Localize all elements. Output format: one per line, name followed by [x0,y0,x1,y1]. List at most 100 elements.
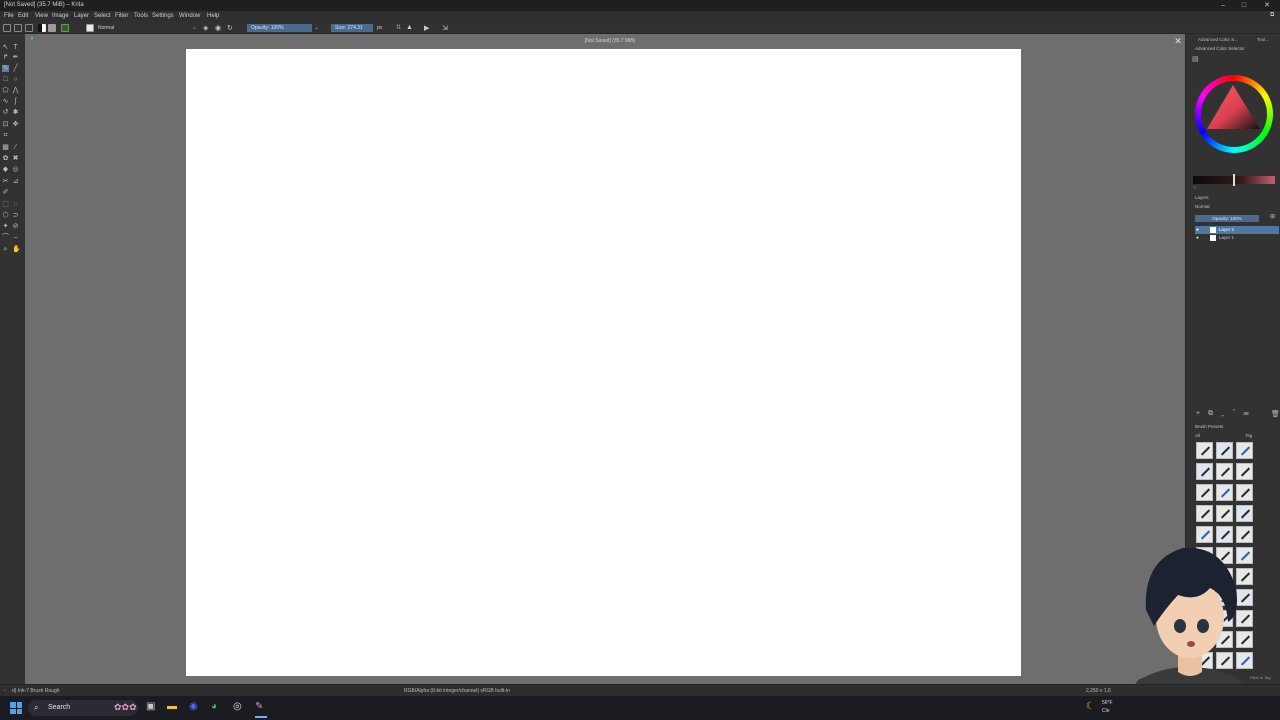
current-brush-label[interactable]: d) Ink-7 Brush Rough [12,688,60,694]
menu-window[interactable]: Window [179,13,200,19]
layer-row-1[interactable]: ● Layer 2 [1195,226,1279,234]
brush-preset-tile[interactable] [1236,484,1253,501]
assistant-tool-icon[interactable]: ✂ [2,178,9,185]
move-tool-icon[interactable]: ✥ [12,121,19,128]
enclose-fill-icon[interactable]: ◎ [12,166,19,173]
polygon-tool-icon[interactable]: ⬠ [2,87,9,94]
calligraphy-icon[interactable]: ✒ [12,54,19,61]
menu-extra-icon[interactable]: ⧉ [1270,12,1274,19]
preserve-alpha-icon[interactable]: ◉ [215,24,221,32]
krita-taskbar-icon[interactable]: ✎ [255,701,263,712]
bezier-select-icon[interactable]: ⌒ [2,234,9,241]
foreground-background-swatch[interactable] [61,24,69,32]
brush-preset-tile[interactable] [1236,442,1253,459]
rect-select-icon[interactable]: ⬚ [2,201,9,208]
weather-desc[interactable]: Cle [1102,708,1110,714]
menu-help[interactable]: Help [207,13,219,19]
blend-mode-select[interactable]: Normal [98,25,114,31]
ellipse-tool-icon[interactable]: ○ [12,76,19,83]
transform-tool-icon[interactable]: ⊡ [2,121,9,128]
crop-tool-icon[interactable]: ⌗ [2,132,9,139]
colorize-mask-icon[interactable]: ✿ [2,155,9,162]
brush-preset-tile[interactable] [1236,463,1253,480]
bezier-tool-icon[interactable]: ∿ [2,98,9,105]
color-picker-icon[interactable]: ⁄ [12,144,19,151]
brush-preset-tile[interactable] [1216,442,1233,459]
freehand-brush-icon[interactable]: ✎ [2,65,9,72]
contiguous-select-icon[interactable]: ✦ [2,223,9,230]
brush-preset-tile[interactable] [1196,484,1213,501]
discord-icon[interactable]: ◉ [189,701,198,712]
tab-tool-options[interactable]: Tool... [1257,37,1269,42]
zoom-tool-icon[interactable]: ⌕ [2,246,9,253]
layer-actions-icons[interactable]: + ⧉ ⌄ ⌃ ☰ [1196,410,1252,418]
opacity-slider[interactable]: Opacity: 100% [247,24,312,32]
eye-icon[interactable]: ● [1196,227,1199,233]
color-triangle[interactable] [1205,83,1265,133]
reload-preset-icon[interactable]: ↻ [227,24,233,32]
freehand-select-icon[interactable]: ⊃ [12,212,19,219]
brush-tag-select[interactable]: Tag [1245,433,1252,438]
menu-image[interactable]: Image [52,13,69,19]
layers-blend-mode[interactable]: Normal [1195,204,1210,209]
eraser-icon[interactable]: ◈ [203,24,208,32]
opacity-options-icon[interactable]: ⌄ [314,24,319,31]
wrap-around-icon[interactable]: ⇲ [442,24,448,32]
pattern-swatch[interactable] [48,24,56,32]
close-icon[interactable]: ✕ [1262,1,1272,10]
mirror-horizontal-icon[interactable]: ▲ [406,24,413,31]
obs-icon[interactable]: ◎ [233,701,242,712]
gradient-swatch[interactable] [38,24,46,32]
size-slider[interactable]: Size: 274.31 [331,24,373,32]
weather-temp[interactable]: 56°F [1102,700,1113,706]
task-view-icon[interactable]: ▣ [146,701,155,712]
select-shapes-icon[interactable]: ↖ [2,44,9,51]
magnetic-select-icon[interactable]: ⌢ [12,234,19,241]
rectangle-tool-icon[interactable]: □ [2,76,9,83]
flowers-widget-icon[interactable]: ✿✿✿ [114,702,137,713]
size-options-icon[interactable]: ⇅ [396,24,401,31]
layers-filter-icon[interactable]: ⊞ [1270,213,1275,220]
open-document-icon[interactable] [14,24,22,32]
polyline-tool-icon[interactable]: ⋀ [12,87,19,94]
brush-preset-icon[interactable] [86,24,94,32]
chrome-icon[interactable]: ◕ [211,701,217,712]
file-explorer-icon[interactable]: ▬ [167,701,177,712]
brush-preset-tile[interactable] [1196,442,1213,459]
edit-shapes-icon[interactable]: ↱ [2,54,9,61]
mirror-vertical-icon[interactable]: ▶ [424,24,429,32]
reference-tool-icon[interactable]: ✐ [2,189,9,196]
pan-tool-icon[interactable]: ✋ [12,246,21,253]
menu-select[interactable]: Select [94,13,111,19]
color-selector-settings-icon[interactable]: ▤ [1192,55,1199,63]
layers-opacity-slider[interactable]: Opacity: 100% [1195,215,1259,222]
delete-layer-icon[interactable]: 🗑 [1271,410,1280,418]
layer-row-2[interactable]: ● Layer 1 [1195,234,1279,242]
menu-settings[interactable]: Settings [152,13,174,19]
tab-advanced-color-selector[interactable]: Advanced Color S... [1198,37,1238,42]
similar-select-icon[interactable]: ⊘ [12,223,19,230]
maximize-icon[interactable]: □ [1239,1,1249,10]
brush-preset-tile[interactable] [1216,463,1233,480]
menu-file[interactable]: File [4,13,14,19]
chevron-down-icon[interactable]: ⌄ [192,24,197,31]
gradient-tool-icon[interactable]: ▦ [2,144,9,151]
menu-view[interactable]: View [35,13,48,19]
new-document-icon[interactable] [3,24,11,32]
polygon-select-icon[interactable]: ⬡ [2,212,9,219]
save-document-icon[interactable] [25,24,33,32]
brush-filter-select[interactable]: All [1195,433,1200,438]
multibrush-icon[interactable]: ✱ [12,109,19,116]
brush-preset-tile[interactable] [1216,505,1233,522]
menu-edit[interactable]: Edit [18,13,28,19]
text-tool-icon[interactable]: T [12,44,19,51]
brush-preset-tile[interactable] [1236,505,1253,522]
color-space-label[interactable]: RGB/Alpha (8-bit integer/channel) sRGB b… [404,688,510,694]
eye-icon[interactable]: ● [1196,235,1199,241]
close-document-icon[interactable]: ✕ [1173,36,1183,47]
measure-tool-icon[interactable]: ⊿ [12,178,19,185]
drawing-canvas[interactable] [186,49,1021,676]
menu-filter[interactable]: Filter [115,13,128,19]
brush-preset-tile[interactable] [1216,484,1233,501]
smart-patch-icon[interactable]: ✖ [12,155,19,162]
